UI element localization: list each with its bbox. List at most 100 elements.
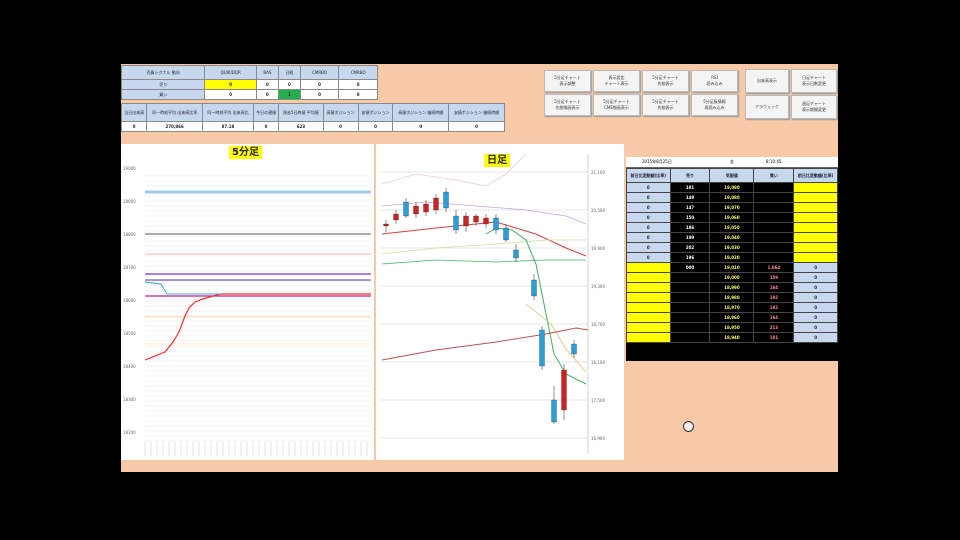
y-tick-label: 18500 <box>123 331 136 336</box>
book-row: 18,990 164 0 <box>626 282 838 293</box>
board-reload-button[interactable]: 5分足板情報 再読み込み <box>691 94 738 116</box>
signal-header: CMRBO <box>338 65 378 80</box>
ma-line <box>381 239 586 255</box>
book-cell-price: 18,950 <box>709 322 755 333</box>
book-cell-sell <box>669 302 711 313</box>
candle-body <box>513 249 519 259</box>
book-cell-sell <box>669 282 711 293</box>
volume-value: 0 <box>448 121 505 132</box>
book-cell-right: 0 <box>793 282 838 293</box>
display-settings-button[interactable]: 表示設定 チャート表示 <box>593 70 640 92</box>
book-cell-right: 0 <box>793 302 838 313</box>
book-row: 0 149 19,080 <box>626 192 838 203</box>
book-header: 前日比変動額(比率) <box>793 168 838 183</box>
book-cell-buy <box>753 232 795 243</box>
futures-display-button-2[interactable]: 5分足チャート 先物表示 <box>642 94 689 116</box>
book-row: 0 186 19,050 <box>626 222 838 233</box>
weekly-period-button[interactable]: 週足チャート 表示期間変更 <box>791 95 837 119</box>
volume-display-button[interactable]: 出来高表示 <box>745 69 789 93</box>
signal-header: 売買シグナル 動向 <box>121 65 206 80</box>
ma-line <box>381 327 589 361</box>
volume-header: 安値ポジション <box>357 103 394 122</box>
book-cell-left <box>626 292 671 303</box>
book-cell-right: 0 <box>793 322 838 333</box>
book-cell-price: 19,040 <box>709 232 755 243</box>
candle-body <box>503 227 509 241</box>
book-row: 18,960 164 0 <box>626 312 838 323</box>
candle-body <box>393 213 399 221</box>
y-tick-label: 18,700 <box>591 322 605 327</box>
signal-cell: 0 <box>255 89 279 100</box>
daily-chart: 日足 21,100 20,500 19,900 19,300 18,700 18,100 1… <box>376 144 624 460</box>
book-datetime-row: 2015年8月25日 金 8:10:45 <box>626 157 838 168</box>
book-cell-left: 0 <box>626 232 671 243</box>
volume-value: 87.18 <box>202 121 254 132</box>
alarm-check-button[interactable]: アラウェック <box>745 95 789 119</box>
chart-adjust-button[interactable]: 5分足チャート 表示調整 <box>544 70 591 92</box>
volume-header: 高値ポジション 継続時間 <box>392 103 450 122</box>
book-cell-right <box>793 202 838 213</box>
order-book: 2015年8月25日 金 8:10:45 前日比変動額(比率) 売り 気配値 買… <box>626 157 838 361</box>
book-cell-right: 0 <box>793 332 838 343</box>
price-line <box>144 293 371 361</box>
book-cell-buy: 192 <box>753 292 795 303</box>
volume-value: 623 <box>278 121 324 132</box>
book-header: 売り <box>669 168 711 183</box>
volume-table: 当日出来高 同一時刻平均 出来高比率 同一時刻平均 出来高比 今日の建値 過去5… <box>121 103 505 132</box>
book-cell-sell <box>669 322 711 333</box>
y-tick-label: 19,900 <box>591 246 605 251</box>
candle-body <box>483 217 489 225</box>
book-cell-left: 0 <box>626 252 671 263</box>
y-tick-label: 18300 <box>123 397 136 402</box>
volume-value: 0 <box>357 121 394 132</box>
buy-row-label: 買い <box>121 89 206 100</box>
book-cell-left <box>626 302 671 313</box>
candle-body <box>531 279 537 297</box>
trading-dashboard: 売買シグナル 動向 QUIK/DDR BAS 日経 CMRBO CMRBO 売り… <box>121 64 838 472</box>
book-cell-buy <box>753 182 795 193</box>
volume-header: 今日の建値 <box>252 103 280 122</box>
book-cell-left <box>626 262 671 273</box>
daily-days-button[interactable]: 日足チャート 表示日数変更 <box>791 69 837 93</box>
book-cell-sell: 196 <box>669 252 711 263</box>
signal-header: CMRBO <box>299 65 340 80</box>
y-tick-label: 18600 <box>123 298 136 303</box>
y-tick-label: 19,300 <box>591 284 605 289</box>
volume-header: 同一時刻平均 出来高比率 <box>146 103 204 122</box>
five-minute-chart: 5分足 19000 18900 18800 18700 18600 18500 18400 1… <box>121 144 374 460</box>
book-cell-buy: 159 <box>753 272 795 283</box>
book-cell-left <box>626 322 671 333</box>
book-row: 0 196 19,020 <box>626 252 838 263</box>
y-tick-label: 19000 <box>123 166 136 171</box>
signal-header: 日経 <box>277 65 301 80</box>
sell-row-label: 売り <box>121 79 206 90</box>
book-cell-sell: 199 <box>669 232 711 243</box>
volume-header: 安値ポジション 継続時間 <box>448 103 505 122</box>
book-row: 0 202 19,030 <box>626 242 838 253</box>
book-cell-sell: 202 <box>669 242 711 253</box>
futures-display-button[interactable]: 5分足チャート 先物表示 <box>642 70 689 92</box>
volume-value: 0 <box>392 121 450 132</box>
candle-body <box>453 215 459 231</box>
rsi-load-button[interactable]: RSI 読み込み <box>691 70 738 92</box>
signal-table: 売買シグナル 動向 QUIK/DDR BAS 日経 CMRBO CMRBO 売り… <box>121 65 378 100</box>
futures-draw-button[interactable]: 5分足チャート 先物描画表示 <box>544 94 591 116</box>
book-cell-price: 19,080 <box>709 192 755 203</box>
candle-body <box>463 215 469 227</box>
book-cell-sell: 000 <box>669 262 711 273</box>
ma-line <box>485 227 587 385</box>
book-cell-right <box>793 252 838 263</box>
book-cell-buy <box>753 202 795 213</box>
cme-draw-button[interactable]: 5分足チャート CME描画表示 <box>593 94 640 116</box>
book-cell-left: 0 <box>626 182 671 193</box>
book-cell-buy <box>753 212 795 223</box>
volume-header: 過去5日終値 平均値 <box>278 103 324 122</box>
y-tick-label: 18900 <box>123 199 136 204</box>
y-tick-label: 18700 <box>123 265 136 270</box>
book-cell-price: 19,020 <box>709 252 755 263</box>
book-header: 前日比変動額(比率) <box>626 168 671 183</box>
book-row: 0 199 19,040 <box>626 232 838 243</box>
book-cell-sell <box>669 272 711 283</box>
book-cell-right <box>793 182 838 193</box>
book-cell-price: 19,090 <box>709 182 755 193</box>
